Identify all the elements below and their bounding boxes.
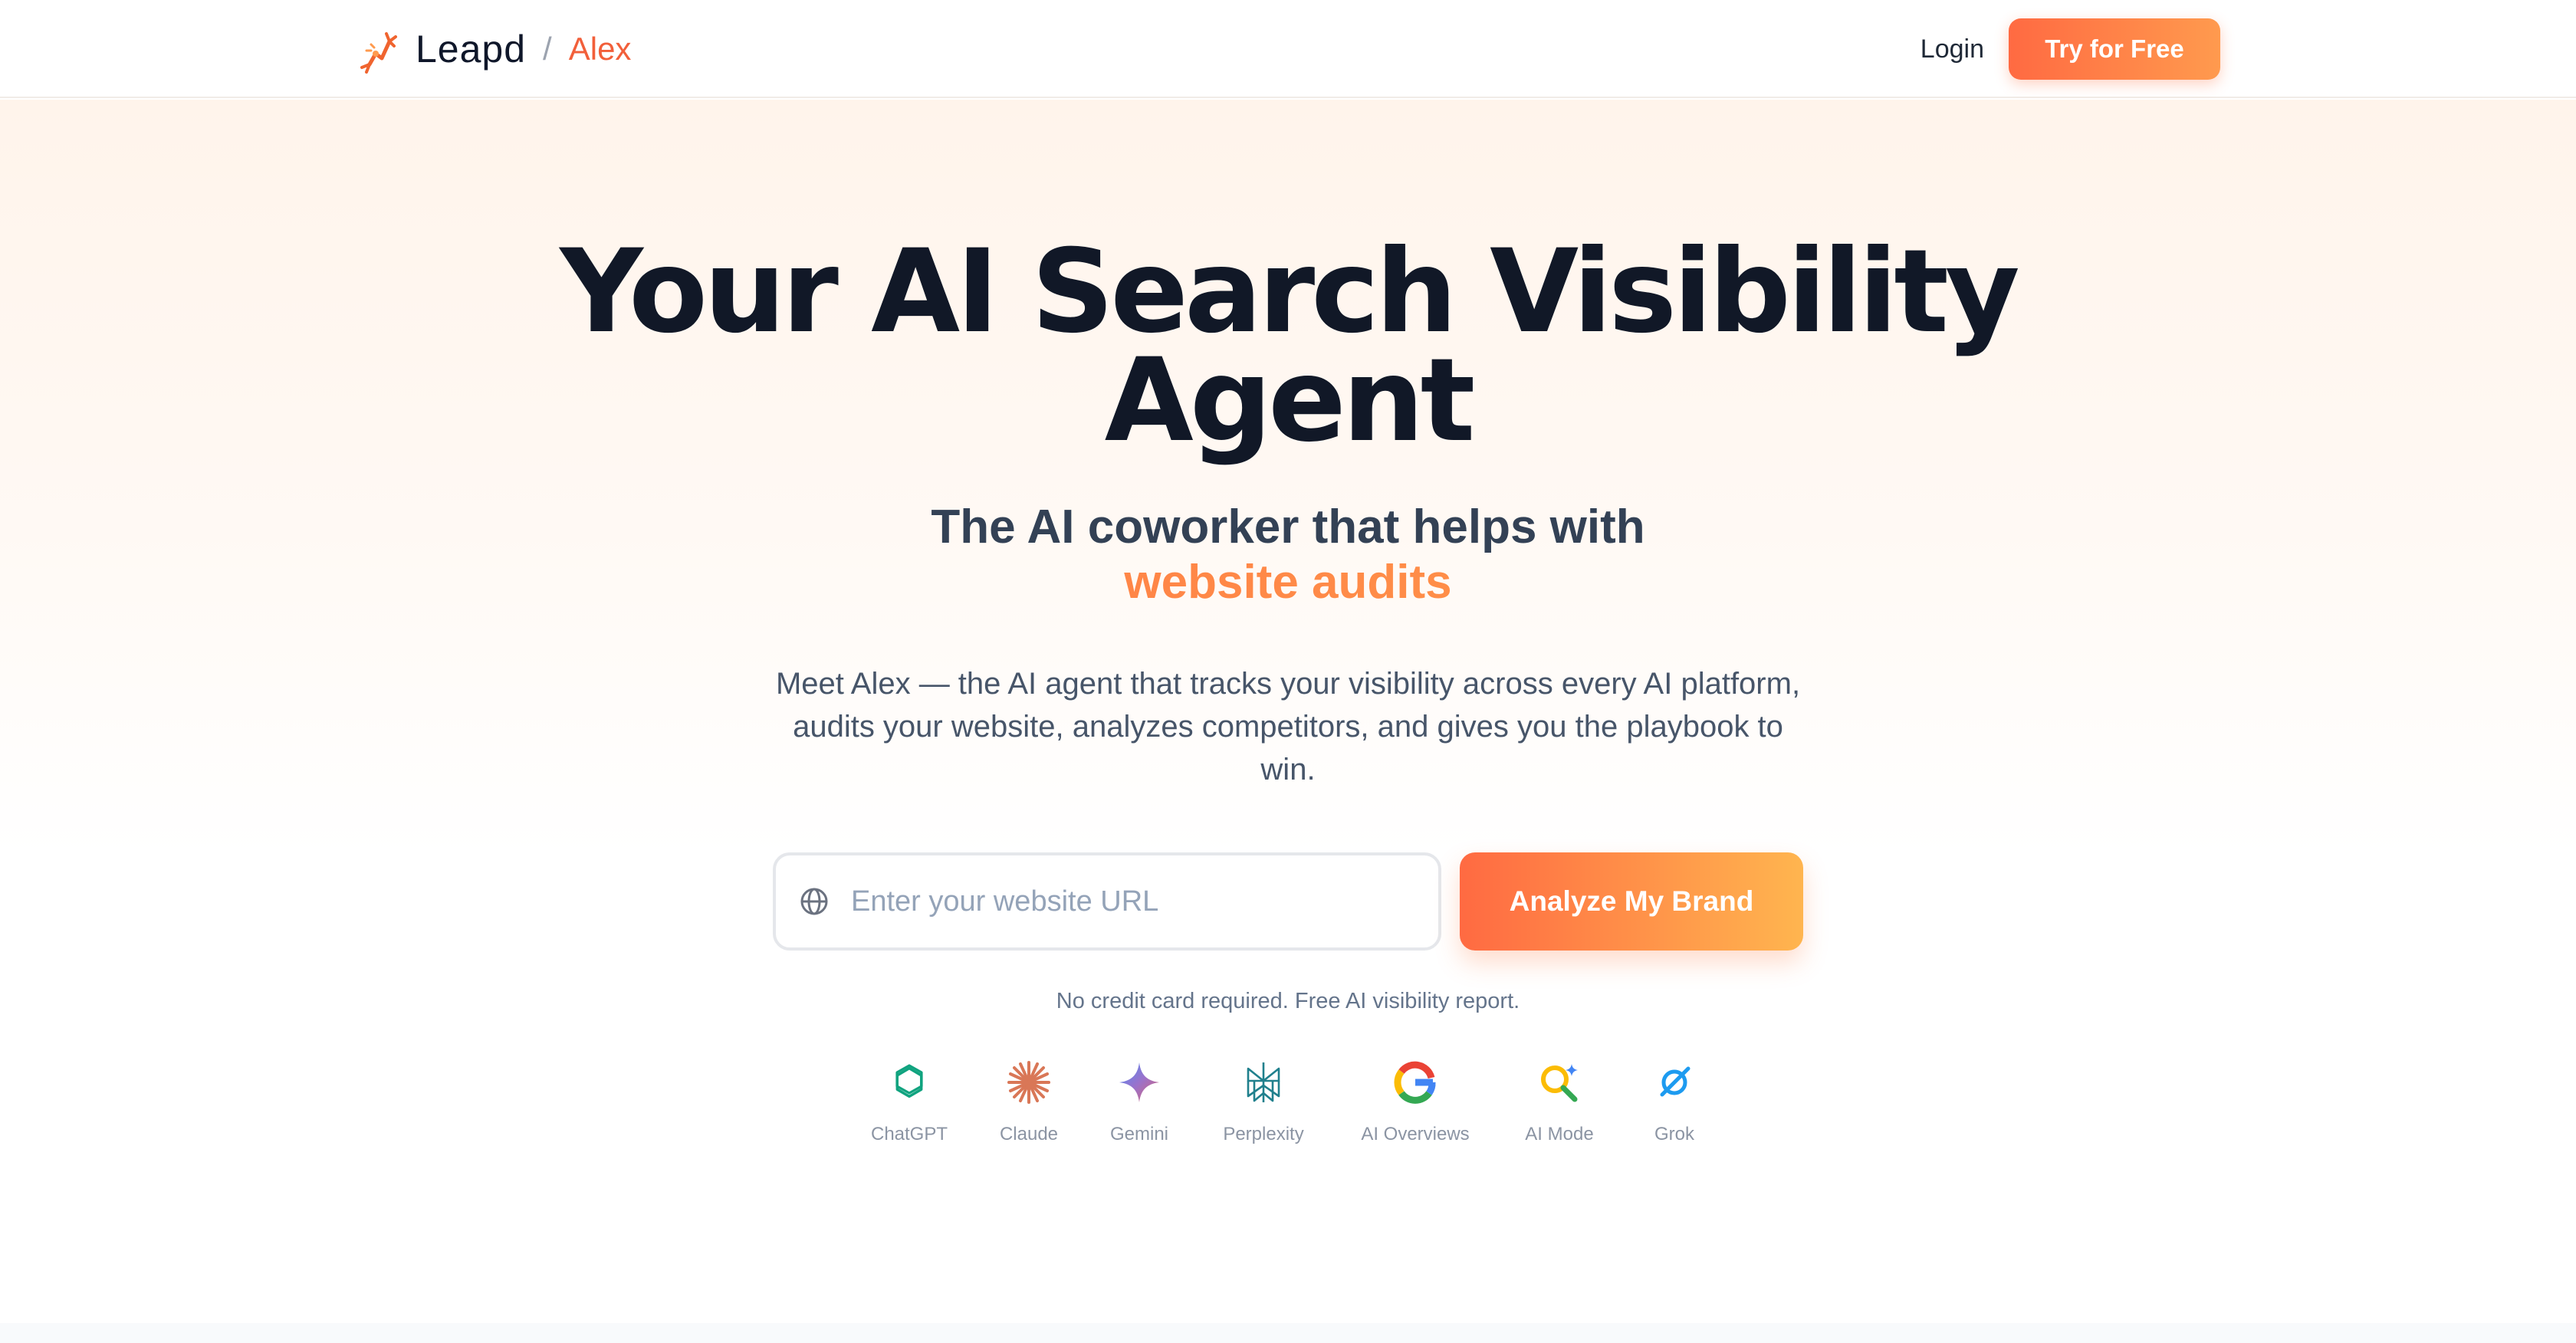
- platform-label-grok: Grok: [1654, 1124, 1694, 1144]
- platform-label-perplexity: Perplexity: [1223, 1124, 1304, 1144]
- product-name: Alex: [568, 31, 632, 67]
- google-icon: [1394, 1061, 1436, 1104]
- platform-item-perplexity: Perplexity: [1179, 1058, 1348, 1145]
- top-navbar: Leapd / Alex Login Try for Free: [0, 0, 2576, 98]
- website-url-field[interactable]: [773, 852, 1441, 951]
- ai-mode-icon: [1541, 1064, 1578, 1102]
- claude-icon: [1007, 1061, 1050, 1104]
- gemini-icon: [1119, 1062, 1159, 1102]
- next-section-edge: [0, 1323, 2576, 1343]
- leapd-logo-icon: [360, 32, 397, 74]
- grok-icon: [1660, 1066, 1691, 1097]
- nav-actions: Login Try for Free: [1921, 18, 2220, 80]
- perplexity-icon: [1247, 1062, 1280, 1102]
- try-for-free-button[interactable]: Try for Free: [2009, 18, 2220, 80]
- hero-subtitle: The AI coworker that helps with website …: [0, 500, 2576, 610]
- hero-title-line-2: Agent: [1104, 334, 1476, 468]
- platform-item-ai-overviews: AI Overviews: [1331, 1058, 1500, 1145]
- brand[interactable]: Leapd / Alex: [356, 25, 631, 74]
- globe-icon: [800, 888, 828, 915]
- platform-item-grok: Grok: [1590, 1058, 1759, 1145]
- hero-title: Your AI Search Visibility Agent: [0, 235, 2576, 458]
- chatgpt-icon: [895, 1064, 923, 1098]
- analyze-my-brand-button[interactable]: Analyze My Brand: [1460, 852, 1803, 951]
- brand-name: Leapd: [416, 28, 527, 71]
- website-url-input[interactable]: [851, 885, 1418, 918]
- hero-description: Meet Alex — the AI agent that tracks you…: [775, 667, 1801, 786]
- login-link[interactable]: Login: [1921, 34, 1984, 64]
- no-credit-card-note: No credit card required. Free AI visibil…: [1056, 989, 1520, 1013]
- hero-subtitle-accent: website audits: [0, 555, 2576, 610]
- navbar-inner: Leapd / Alex Login Try for Free: [356, 0, 2220, 98]
- platform-label-ai-overviews: AI Overviews: [1361, 1124, 1470, 1144]
- hero-subtitle-text: The AI coworker that helps with: [931, 501, 1645, 553]
- brand-separator: /: [543, 31, 552, 67]
